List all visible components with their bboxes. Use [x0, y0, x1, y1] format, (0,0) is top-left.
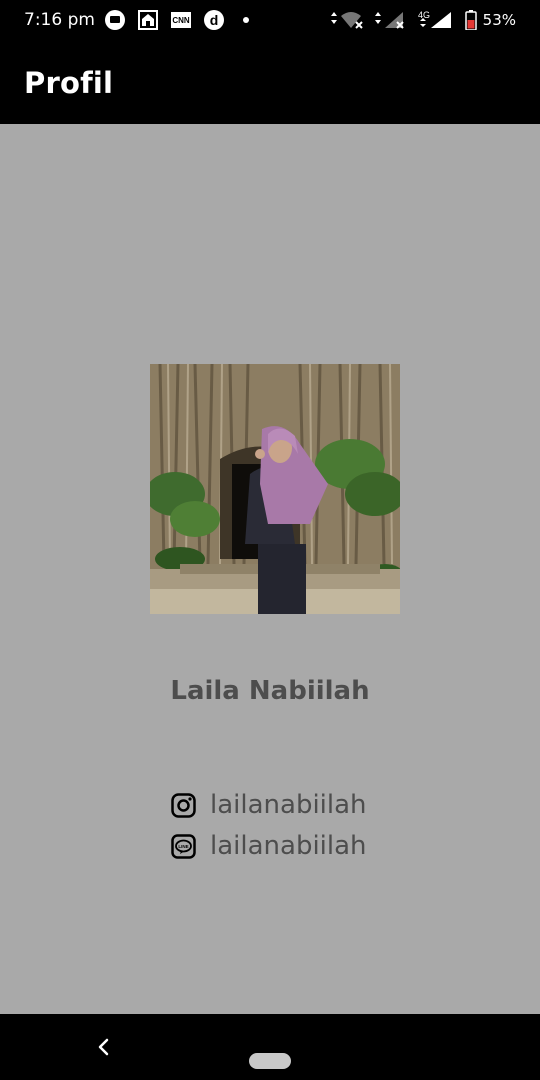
svg-text:4G: 4G — [418, 10, 430, 20]
page-title: Profil — [24, 66, 114, 100]
more-notifications-dot-icon — [243, 17, 249, 23]
wifi-off-icon — [330, 12, 363, 29]
battery-icon — [464, 10, 477, 30]
profile-name: Laila Nabiilah — [170, 676, 370, 706]
line-handle: lailanabiilah — [210, 831, 367, 861]
instagram-icon — [171, 792, 196, 818]
line-contact-row: LINE lailanabiilah — [171, 829, 367, 863]
svg-text:d: d — [210, 12, 219, 28]
status-time: 7:16 pm — [24, 10, 95, 30]
profile-photo — [150, 364, 400, 614]
signal-sim1-icon — [374, 12, 404, 29]
battery-percent: 53% — [482, 11, 516, 29]
mosque-notification-icon — [138, 10, 158, 30]
home-button[interactable] — [249, 1053, 291, 1069]
message-notification-icon — [105, 10, 125, 30]
line-icon: LINE — [171, 833, 196, 859]
d-app-notification-icon: d — [204, 10, 224, 30]
instagram-handle: lailanabiilah — [210, 790, 367, 820]
svg-text:CNN: CNN — [172, 16, 190, 25]
svg-text:LINE: LINE — [178, 843, 188, 848]
back-icon[interactable] — [94, 1036, 114, 1058]
status-indicators: 4G 53% — [329, 10, 516, 30]
status-bar: 7:16 pm CNN d 4G 53% — [0, 0, 540, 40]
navigation-bar — [0, 1014, 540, 1080]
cnn-notification-icon: CNN — [171, 12, 191, 28]
signal-4g-icon: 4G — [418, 10, 451, 28]
app-bar: Profil — [0, 40, 540, 124]
instagram-contact-row: lailanabiilah — [171, 788, 367, 822]
